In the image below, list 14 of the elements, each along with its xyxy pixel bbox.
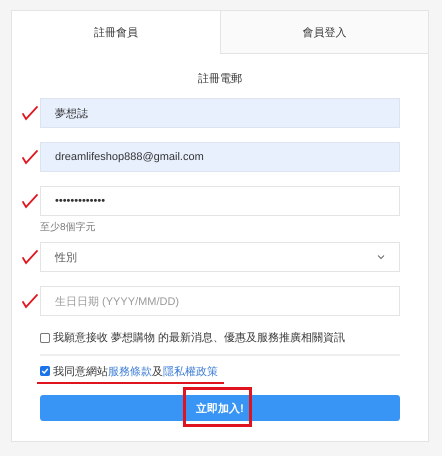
privacy-link[interactable]: 隱私權政策 xyxy=(163,366,218,378)
password-field[interactable]: ••••••••••••• xyxy=(40,186,400,216)
input-field[interactable]: dreamlifeshop888@gmail.com xyxy=(40,142,400,172)
terms-text: 我同意網站服務條款及隱私權政策 xyxy=(53,364,218,378)
input-field[interactable]: 夢想誌 xyxy=(40,98,400,128)
chevron-down-icon xyxy=(377,254,385,260)
section-heading: 註冊電郵 xyxy=(197,72,243,86)
checkbox[interactable] xyxy=(40,332,50,342)
hint-text: 至少8個字元 xyxy=(40,220,97,234)
newsletter-label: 我願意接收 夢想購物 的最新消息、優惠及服務推廣相關資訊 xyxy=(53,330,346,345)
terms-link[interactable]: 服務條款 xyxy=(108,366,152,378)
gender-dropdown[interactable]: 性別 xyxy=(40,242,400,272)
checkbox[interactable] xyxy=(40,366,50,376)
tab[interactable]: 會員登入 xyxy=(220,11,428,54)
